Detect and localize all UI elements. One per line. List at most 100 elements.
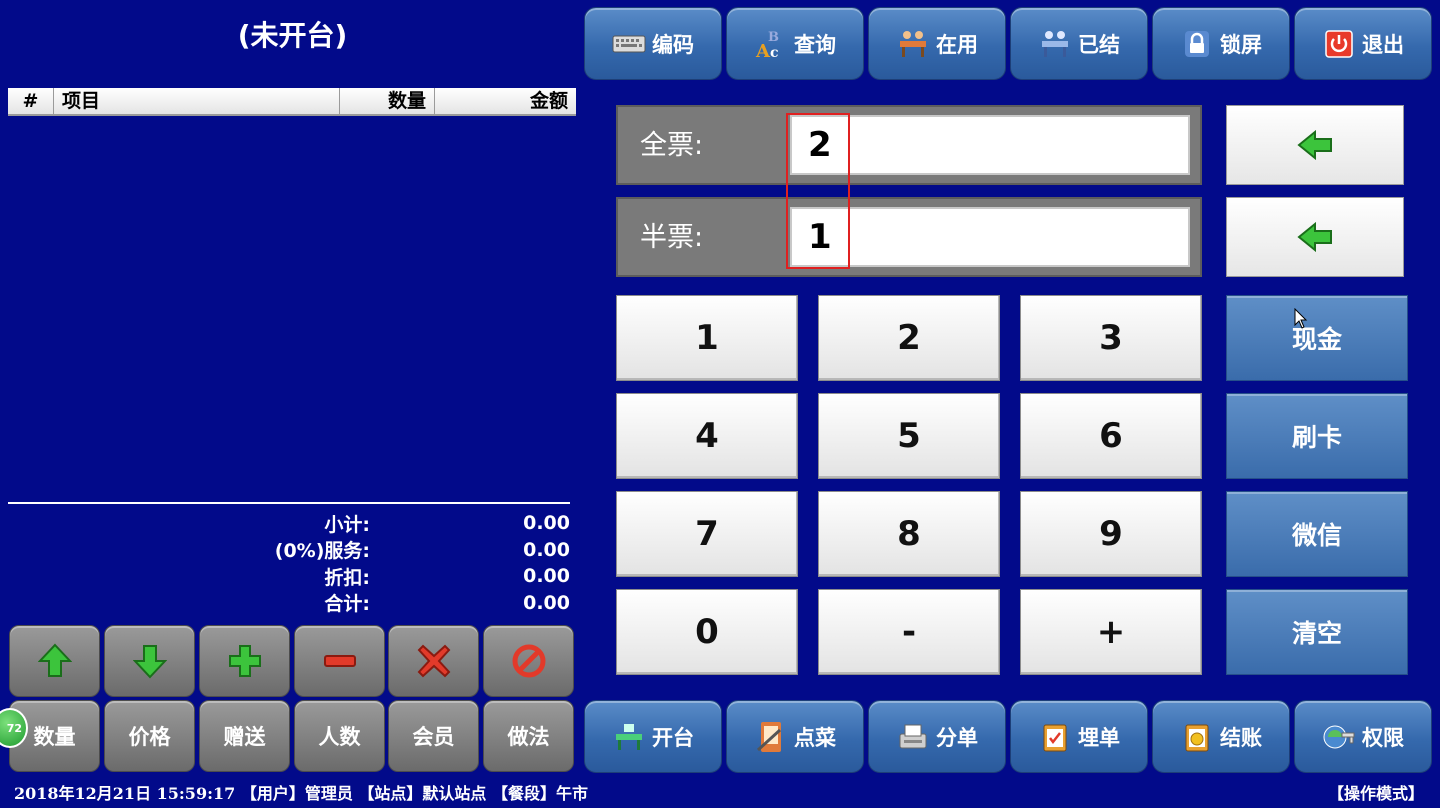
split-bill-icon — [896, 720, 930, 754]
occupied-table-icon — [896, 27, 930, 61]
method-button[interactable]: 做法 — [483, 700, 574, 772]
search-button[interactable]: AcB 查询 — [726, 7, 864, 80]
full-ticket-field: 全票: 2 — [616, 105, 1202, 185]
wechat-button[interactable]: 微信 — [1226, 491, 1408, 577]
svg-text:B: B — [768, 30, 779, 45]
back-arrow-icon — [1297, 130, 1332, 160]
key-2[interactable]: 2 — [818, 295, 1000, 381]
half-ticket-input[interactable]: 1 — [790, 207, 1190, 267]
full-ticket-input[interactable]: 2 — [790, 115, 1190, 175]
subtract-button[interactable] — [294, 625, 385, 697]
down-arrow-icon — [132, 645, 167, 679]
svg-text:c: c — [770, 45, 779, 61]
key-7[interactable]: 7 — [616, 491, 798, 577]
key-3[interactable]: 3 — [1020, 295, 1202, 381]
column-number: # — [8, 88, 54, 114]
status-bar-text: 2018年12月21日 15:59:17 【用户】管理员 【站点】默认站点 【餐… — [14, 784, 588, 803]
add-button[interactable] — [199, 625, 290, 697]
divider — [8, 502, 570, 504]
exit-button[interactable]: 退出 — [1294, 7, 1432, 80]
in-use-button[interactable]: 在用 — [868, 7, 1006, 80]
discount-value: 0.00 — [523, 565, 570, 588]
lock-screen-button[interactable]: 锁屏 — [1152, 7, 1290, 80]
key-minus[interactable]: - — [818, 589, 1000, 675]
exit-label: 退出 — [1362, 32, 1404, 57]
total-value: 0.00 — [523, 591, 570, 614]
delete-button[interactable] — [388, 625, 479, 697]
service-row: (0%)服务: 0.00 — [8, 537, 570, 564]
checkout-button[interactable]: 结账 — [1152, 700, 1290, 773]
order-dish-label: 点菜 — [794, 725, 836, 750]
order-dish-button[interactable]: 点菜 — [726, 700, 864, 773]
page-title: (未开台) — [237, 19, 348, 52]
open-table-label: 开台 — [652, 725, 694, 750]
lock-screen-label: 锁屏 — [1220, 32, 1262, 57]
full-ticket-label: 全票: — [640, 130, 704, 161]
discount-label: 折扣: — [324, 566, 370, 589]
service-label: (0%)服务: — [274, 540, 370, 563]
checkout-label: 结账 — [1220, 725, 1262, 750]
order-list[interactable] — [8, 118, 576, 498]
checkout-icon — [1180, 720, 1214, 754]
open-table-button[interactable]: 开台 — [584, 700, 722, 773]
key-6[interactable]: 6 — [1020, 393, 1202, 479]
clear-button[interactable]: 清空 — [1226, 589, 1408, 675]
guests-button[interactable]: 人数 — [294, 700, 385, 772]
cash-button[interactable]: 现金 — [1226, 295, 1408, 381]
key-9[interactable]: 9 — [1020, 491, 1202, 577]
full-ticket-backspace-button[interactable] — [1226, 105, 1404, 185]
gift-button[interactable]: 赠送 — [199, 700, 290, 772]
totals-panel: 小计: 0.00 (0%)服务: 0.00 折扣: 0.00 合计: 0.00 — [8, 510, 570, 616]
permission-button[interactable]: 权限 — [1294, 700, 1432, 773]
permission-label: 权限 — [1362, 725, 1404, 750]
total-row: 合计: 0.00 — [8, 590, 570, 617]
code-button[interactable]: 编码 — [584, 7, 722, 80]
settled-label: 已结 — [1078, 32, 1120, 57]
plus-icon — [228, 645, 261, 677]
column-quantity: 数量 — [340, 88, 435, 114]
subtotal-label: 小计: — [324, 513, 370, 536]
member-button[interactable]: 会员 — [388, 700, 479, 772]
discount-row: 折扣: 0.00 — [8, 563, 570, 590]
value-highlight — [786, 113, 850, 269]
key-0[interactable]: 0 — [616, 589, 798, 675]
up-arrow-icon — [37, 643, 72, 677]
order-table-header: # 项目 数量 金额 — [8, 88, 576, 116]
search-label: 查询 — [794, 32, 836, 57]
split-bill-button[interactable]: 分单 — [868, 700, 1006, 773]
code-label: 编码 — [652, 32, 694, 57]
cancel-button[interactable] — [483, 625, 574, 697]
bill-label: 埋单 — [1078, 725, 1120, 750]
half-ticket-field: 半票: 1 — [616, 197, 1202, 277]
column-amount: 金额 — [529, 90, 568, 112]
key-4[interactable]: 4 — [616, 393, 798, 479]
card-button[interactable]: 刷卡 — [1226, 393, 1408, 479]
service-value: 0.00 — [523, 538, 570, 561]
key-5[interactable]: 5 — [818, 393, 1000, 479]
key-1[interactable]: 1 — [616, 295, 798, 381]
delete-x-icon — [417, 644, 450, 678]
move-up-button[interactable] — [9, 625, 100, 697]
subtotal-value: 0.00 — [523, 512, 570, 535]
key-8[interactable]: 8 — [818, 491, 1000, 577]
minus-icon — [323, 655, 356, 667]
half-ticket-label: 半票: — [640, 222, 704, 253]
total-label: 合计: — [324, 593, 370, 616]
half-ticket-backspace-button[interactable] — [1226, 197, 1404, 277]
bill-button[interactable]: 埋单 — [1010, 700, 1148, 773]
key-plus[interactable]: + — [1020, 589, 1202, 675]
mouse-cursor-icon — [1294, 308, 1308, 329]
settled-button[interactable]: 已结 — [1010, 7, 1148, 80]
abc-search-icon: AcB — [754, 27, 788, 61]
keyboard-icon — [612, 27, 646, 61]
power-icon — [1322, 27, 1356, 61]
open-table-icon — [612, 720, 646, 754]
column-item: 项目 — [54, 88, 340, 114]
subtotal-row: 小计: 0.00 — [8, 510, 570, 537]
split-bill-label: 分单 — [936, 725, 978, 750]
move-down-button[interactable] — [104, 625, 195, 697]
bill-icon — [1038, 720, 1072, 754]
price-button[interactable]: 价格 — [104, 700, 195, 772]
settled-table-icon — [1038, 27, 1072, 61]
cancel-icon — [512, 644, 545, 678]
